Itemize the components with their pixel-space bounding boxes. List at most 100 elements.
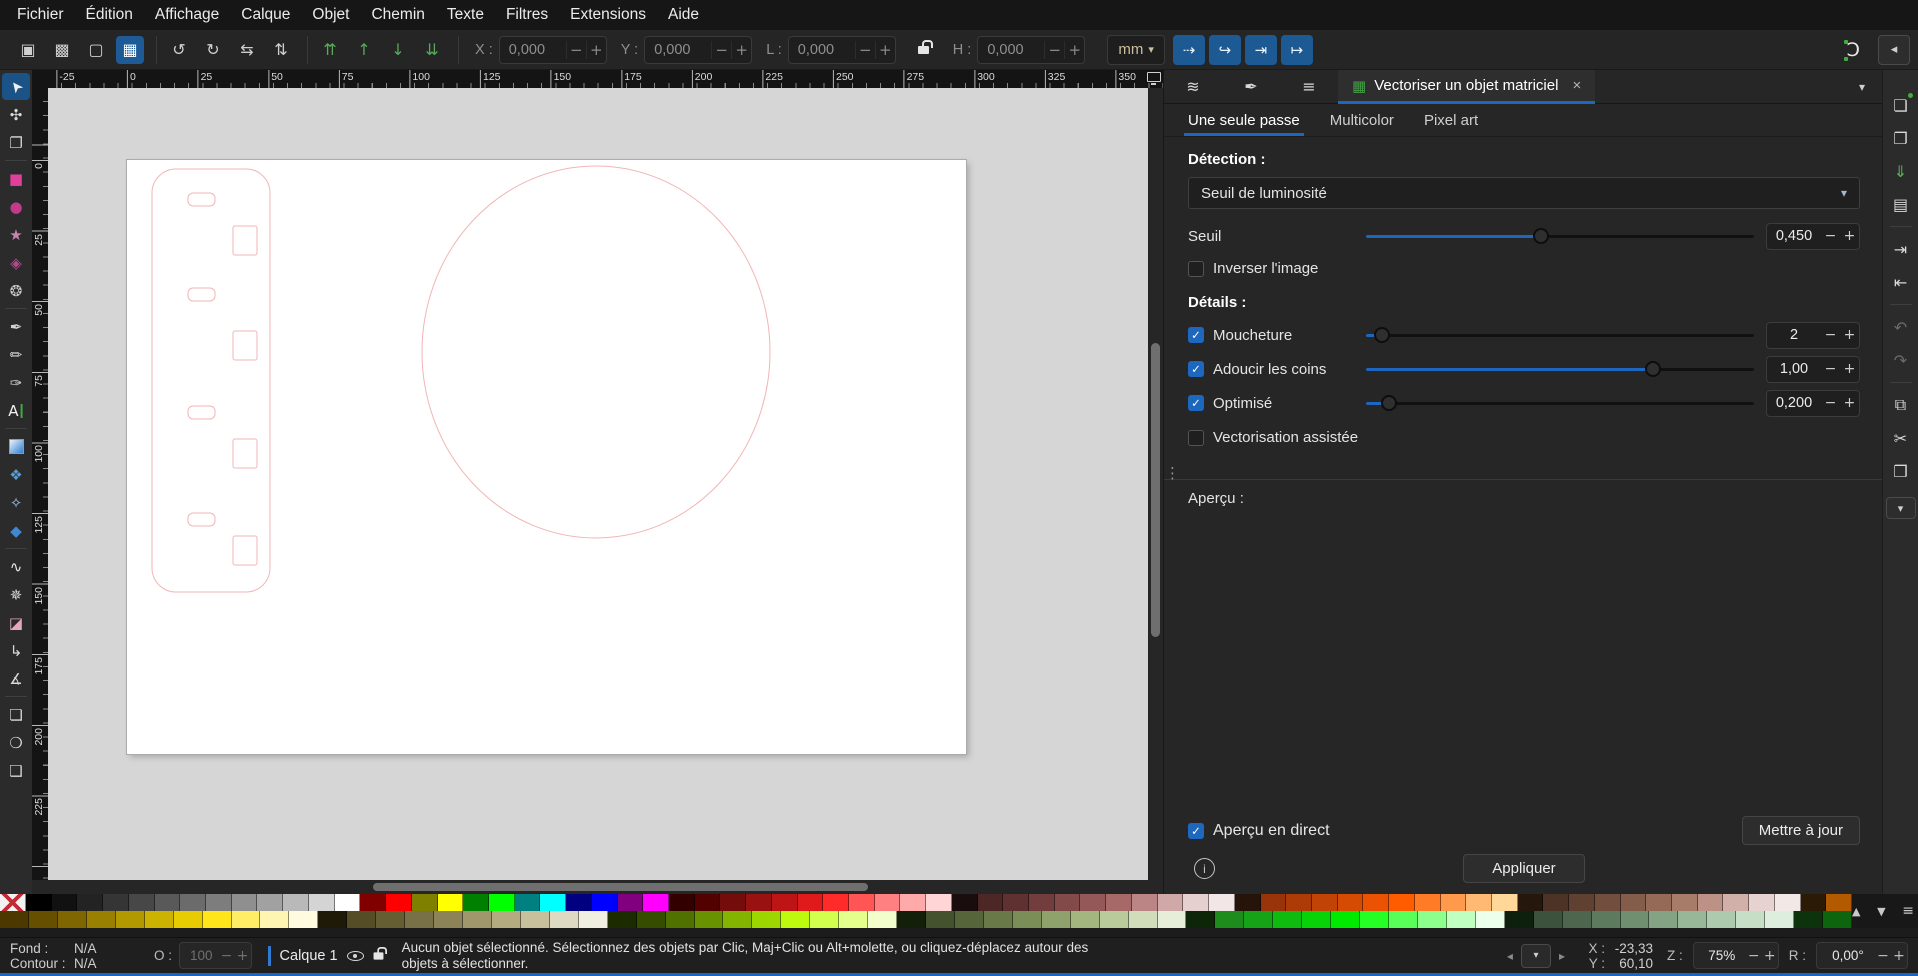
palette-swatch[interactable]: [180, 894, 206, 911]
palette-swatch[interactable]: [347, 911, 376, 928]
palette-swatch[interactable]: [1749, 894, 1775, 911]
palette-swatch[interactable]: [926, 911, 955, 928]
live-preview-checkbox[interactable]: ✓: [1188, 823, 1204, 839]
h-spinbox[interactable]: 0,000−+: [977, 36, 1085, 64]
palette-swatch[interactable]: [1826, 894, 1852, 911]
palette-swatch[interactable]: [1071, 911, 1100, 928]
fill-stroke-indicator[interactable]: Fond : N/A Contour : N/A: [10, 941, 118, 971]
slider-handle[interactable]: [1645, 361, 1661, 377]
menu-texte[interactable]: Texte: [436, 0, 495, 30]
export-button[interactable]: ⇤: [1887, 269, 1915, 295]
palette-swatch[interactable]: [52, 894, 78, 911]
palette-swatch[interactable]: [875, 894, 901, 911]
palette-swatch[interactable]: [550, 911, 579, 928]
palette-swatch[interactable]: [1476, 911, 1505, 928]
decrement-button[interactable]: −: [1821, 228, 1840, 244]
rotate-cw-button[interactable]: ↻: [199, 36, 227, 64]
optimise-spinbox[interactable]: 0,200−+: [1766, 390, 1860, 417]
tab-trace-bitmap[interactable]: ▦ Vectoriser un objet matriciel ×: [1338, 70, 1595, 104]
palette-swatch[interactable]: [492, 911, 521, 928]
objects-dialog-tab[interactable]: ≡: [1280, 70, 1338, 103]
box-3d-tool[interactable]: ◈: [2, 249, 30, 276]
palette-swatch[interactable]: [1360, 911, 1389, 928]
moucheture-spinbox[interactable]: 2−+: [1766, 322, 1860, 349]
layers-dialog-tab[interactable]: ≋: [1164, 70, 1222, 103]
palette-swatch[interactable]: [26, 894, 52, 911]
palette-swatch[interactable]: [984, 911, 1013, 928]
slider-handle[interactable]: [1533, 228, 1549, 244]
zoom-spinbox[interactable]: 75% − +: [1693, 942, 1779, 969]
decrement-button[interactable]: −: [566, 41, 586, 59]
increment-button[interactable]: +: [1840, 228, 1859, 244]
palette-swatch[interactable]: [87, 911, 116, 928]
palette-swatch[interactable]: [1534, 911, 1563, 928]
document-page[interactable]: [127, 160, 966, 754]
palette-swatch[interactable]: [978, 894, 1004, 911]
toggle-selection-box-button[interactable]: ▦: [116, 36, 144, 64]
slider-handle[interactable]: [1381, 395, 1397, 411]
palette-swatch[interactable]: [203, 911, 232, 928]
tab-multicolor[interactable]: Multicolor: [1330, 104, 1394, 136]
palette-swatch[interactable]: [849, 894, 875, 911]
palette-swatch[interactable]: [1447, 911, 1476, 928]
palette-swatch[interactable]: [746, 894, 772, 911]
palette-swatch[interactable]: [926, 894, 952, 911]
x-spinbox[interactable]: 0,000−+: [499, 36, 607, 64]
decrement-button[interactable]: −: [1875, 948, 1891, 964]
scale-stroke-width-toggle[interactable]: ⇢: [1173, 35, 1205, 65]
palette-swatch[interactable]: [666, 911, 695, 928]
palette-swatch[interactable]: [897, 911, 926, 928]
palette-swatch[interactable]: [1363, 894, 1389, 911]
eraser-tool[interactable]: ◪: [2, 609, 30, 636]
decrement-button[interactable]: −: [1746, 948, 1762, 964]
palette-swatch[interactable]: [206, 894, 232, 911]
palette-swatch[interactable]: [463, 911, 492, 928]
palette-swatch[interactable]: [58, 911, 87, 928]
seuil-slider[interactable]: [1366, 228, 1754, 244]
tab-une-seule-passe[interactable]: Une seule passe: [1188, 104, 1300, 136]
palette-swatch[interactable]: [1215, 911, 1244, 928]
menu-filtres[interactable]: Filtres: [495, 0, 559, 30]
palette-swatch[interactable]: [116, 911, 145, 928]
palette-swatch[interactable]: [1649, 911, 1678, 928]
palette-swatch[interactable]: [1132, 894, 1158, 911]
palette-swatch[interactable]: [720, 894, 746, 911]
calligraphy-tool[interactable]: ✑: [2, 369, 30, 396]
pen-tool[interactable]: ✒: [2, 313, 30, 340]
palette-swatch[interactable]: [1505, 911, 1534, 928]
palette-swatch[interactable]: [405, 911, 434, 928]
template-outline-path[interactable]: [152, 169, 270, 592]
palette-swatch[interactable]: [1302, 911, 1331, 928]
connector-tool[interactable]: ↳: [2, 637, 30, 664]
palette-swatch[interactable]: [723, 911, 752, 928]
slider-handle[interactable]: [1374, 327, 1390, 343]
palette-swatch[interactable]: [669, 894, 695, 911]
lock-width-height-icon[interactable]: [918, 46, 929, 54]
palette-swatch[interactable]: [1029, 894, 1055, 911]
move-patterns-toggle[interactable]: ↦: [1281, 35, 1313, 65]
palette-swatch[interactable]: [1129, 911, 1158, 928]
palette-swatch[interactable]: [1389, 911, 1418, 928]
info-icon[interactable]: i: [1194, 858, 1215, 879]
pencil-tool[interactable]: ✏: [2, 341, 30, 368]
palette-swatch[interactable]: [566, 894, 592, 911]
palette-swatch[interactable]: [810, 911, 839, 928]
paste-button[interactable]: ❒: [1887, 458, 1915, 484]
update-button[interactable]: Mettre à jour: [1742, 816, 1860, 845]
palette-swatch[interactable]: [257, 894, 283, 911]
palette-swatch[interactable]: [1312, 894, 1338, 911]
spray-tool[interactable]: ✵: [2, 581, 30, 608]
palette-swatch[interactable]: [434, 911, 463, 928]
palette-swatch[interactable]: [752, 911, 781, 928]
palette-swatch[interactable]: [1261, 894, 1287, 911]
adoucir-les-coins-spinbox[interactable]: 1,00−+: [1766, 356, 1860, 383]
unit-selector[interactable]: mm ▾: [1107, 35, 1165, 65]
open-document-button[interactable]: ❐: [1887, 125, 1915, 151]
palette-swatch[interactable]: [1518, 894, 1544, 911]
palette-swatch[interactable]: [515, 894, 541, 911]
palette-swatch[interactable]: [1775, 894, 1801, 911]
assisted-tracing-row[interactable]: Vectorisation assistée: [1188, 424, 1860, 451]
close-icon[interactable]: ×: [1572, 77, 1581, 94]
palette-swatch[interactable]: [695, 894, 721, 911]
vertical-scrollbar[interactable]: [1148, 88, 1163, 880]
